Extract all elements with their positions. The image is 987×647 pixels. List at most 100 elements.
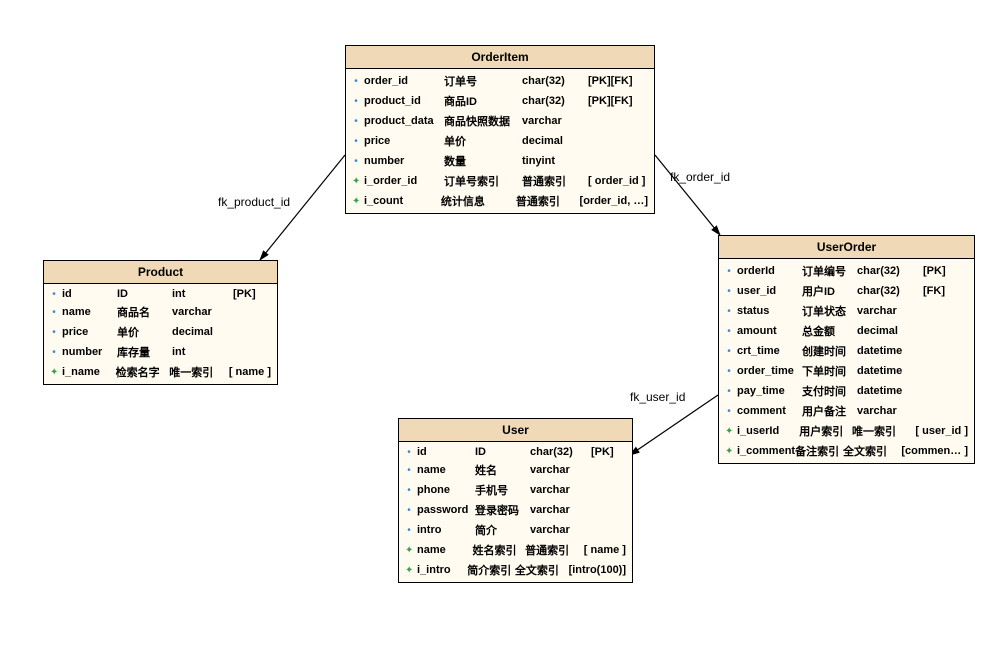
col-flags: [ name ] [584, 544, 626, 556]
table-row: •amount总金额decimal [719, 321, 974, 341]
col-desc: 手机号 [475, 482, 530, 498]
col-flags: [ order_id ] [588, 175, 645, 187]
column-bullet-icon: • [352, 116, 360, 127]
entity-user-title: User [399, 419, 632, 442]
col-type: char(32) [857, 285, 917, 297]
col-desc: 用户索引 [799, 423, 852, 439]
col-desc: 统计信息 [441, 193, 516, 209]
col-flags: [PK] [591, 446, 614, 458]
table-row: ✦name姓名索引普通索引[ name ] [399, 540, 632, 560]
col-name: product_data [364, 115, 444, 127]
column-bullet-icon: • [50, 327, 58, 338]
col-desc: ID [117, 288, 172, 300]
column-bullet-icon: • [352, 136, 360, 147]
column-bullet-icon: • [405, 505, 413, 516]
col-type: datetime [857, 345, 917, 357]
table-row: •orderId订单编号char(32)[PK] [719, 261, 974, 281]
col-name: phone [417, 484, 475, 496]
col-desc: ID [475, 446, 530, 458]
col-name: order_id [364, 75, 444, 87]
col-name: price [62, 326, 117, 338]
table-row: ✦i_count统计信息普通索引[order_id, …] [346, 191, 654, 211]
index-bullet-icon: ✦ [405, 545, 413, 556]
entity-product-title: Product [44, 261, 277, 284]
col-type: 唯一索引 [169, 364, 223, 380]
col-desc: 备注索引 [795, 443, 843, 459]
fk-label-order-id: fk_order_id [670, 170, 730, 184]
col-desc: 单价 [444, 133, 522, 149]
col-name: price [364, 135, 444, 147]
col-desc: 订单号索引 [444, 173, 522, 189]
col-type: 全文索引 [515, 562, 563, 578]
col-type: char(32) [530, 446, 585, 458]
col-type: varchar [530, 524, 585, 536]
entity-product-body: •idIDint[PK]•name商品名varchar•price单价decim… [44, 284, 277, 384]
entity-orderitem-body: •order_id订单号char(32)[PK][FK]•product_id商… [346, 69, 654, 213]
column-bullet-icon: • [405, 465, 413, 476]
table-row: •number库存量int [44, 342, 277, 362]
col-name: order_time [737, 365, 802, 377]
table-row: •phone手机号varchar [399, 480, 632, 500]
entity-orderitem: OrderItem •order_id订单号char(32)[PK][FK]•p… [345, 45, 655, 214]
table-row: •status订单状态varchar [719, 301, 974, 321]
col-flags: [order_id, …] [580, 195, 648, 207]
index-bullet-icon: ✦ [405, 565, 413, 576]
col-name: status [737, 305, 802, 317]
column-bullet-icon: • [725, 306, 733, 317]
table-row: • price单价decimal [346, 131, 654, 151]
col-name: pay_time [737, 385, 802, 397]
edge-fk-order-id [655, 155, 720, 235]
col-type: datetime [857, 365, 917, 377]
table-row: •pay_time支付时间datetime [719, 381, 974, 401]
index-bullet-icon: ✦ [50, 367, 58, 378]
col-type: char(32) [857, 265, 917, 277]
col-type: varchar [530, 484, 585, 496]
col-name: crt_time [737, 345, 802, 357]
col-desc: 库存量 [117, 344, 172, 360]
fk-label-product-id: fk_product_id [218, 195, 290, 209]
col-type: 普通索引 [525, 542, 578, 558]
col-name: intro [417, 524, 475, 536]
table-row: •idIDint[PK] [44, 286, 277, 302]
table-row: •price单价decimal [44, 322, 277, 342]
table-row: •crt_time创建时间datetime [719, 341, 974, 361]
col-flags: [commen… ] [901, 445, 968, 457]
col-flags: [FK] [923, 285, 945, 297]
col-desc: 姓名 [475, 462, 530, 478]
column-bullet-icon: • [50, 347, 58, 358]
table-row: •number数量tinyint [346, 151, 654, 171]
col-desc: 商品ID [444, 93, 522, 109]
table-row: •name商品名varchar [44, 302, 277, 322]
column-bullet-icon: • [725, 266, 733, 277]
col-desc: 简介 [475, 522, 530, 538]
col-name: product_id [364, 95, 444, 107]
column-bullet-icon: • [725, 386, 733, 397]
col-desc: 用户ID [802, 283, 857, 299]
col-name: id [62, 288, 117, 300]
entity-userorder: UserOrder •orderId订单编号char(32)[PK]•user_… [718, 235, 975, 464]
col-type: int [172, 288, 227, 300]
col-type: varchar [530, 504, 585, 516]
table-row: •password登录密码varchar [399, 500, 632, 520]
col-name: i_order_id [364, 175, 444, 187]
col-type: 全文索引 [843, 443, 895, 459]
edge-fk-user-id [630, 395, 718, 455]
column-bullet-icon: • [50, 307, 58, 318]
col-flags: [PK][FK] [588, 95, 633, 107]
entity-user-body: •idIDchar(32)[PK]•name姓名varchar•phone手机号… [399, 442, 632, 582]
entity-userorder-title: UserOrder [719, 236, 974, 259]
col-desc: 商品名 [117, 304, 172, 320]
column-bullet-icon: • [725, 326, 733, 337]
col-desc: 姓名索引 [473, 542, 526, 558]
col-type: varchar [857, 405, 917, 417]
col-type: 普通索引 [522, 173, 582, 189]
table-row: ✦i_comment备注索引全文索引[commen… ] [719, 441, 974, 461]
col-type: decimal [172, 326, 227, 338]
col-type: decimal [522, 135, 582, 147]
col-desc: 数量 [444, 153, 522, 169]
col-name: number [62, 346, 117, 358]
entity-orderitem-title: OrderItem [346, 46, 654, 69]
col-type: char(32) [522, 75, 582, 87]
col-desc: 商品快照数据 [444, 113, 522, 129]
column-bullet-icon: • [725, 286, 733, 297]
